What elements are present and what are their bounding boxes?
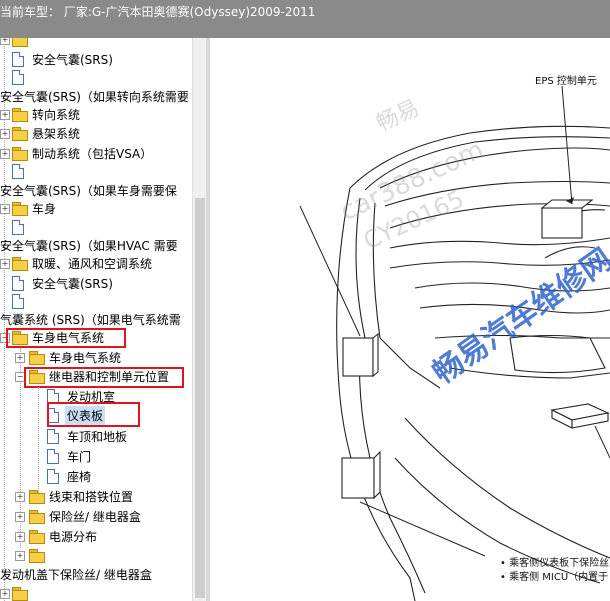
- folder-icon: [29, 549, 45, 563]
- expand-icon[interactable]: +: [0, 259, 10, 269]
- folder-icon: [29, 351, 45, 365]
- note-line-2: • 乘客侧 MICU（内置于: [500, 572, 609, 583]
- expand-icon[interactable]: +: [0, 204, 10, 214]
- document-icon: [47, 449, 59, 464]
- folder-icon: [12, 587, 28, 601]
- tree-panel[interactable]: + 安全气囊(SRS) 安全气囊(SRS)（如果转向系统需要 + 转向系统 + …: [0, 38, 192, 601]
- expand-icon[interactable]: +: [15, 551, 25, 561]
- highlight-box: [6, 328, 126, 348]
- folder-icon: [29, 510, 45, 524]
- document-icon: [12, 52, 24, 67]
- diagram-viewer[interactable]: EPS 控制单元 • 乘客侧仪表板下保险丝 • 乘客侧 MICU（内置于 畅易 …: [210, 38, 610, 601]
- folder-icon: [12, 202, 28, 216]
- eps-control-unit-shape: [541, 207, 583, 239]
- folder-icon: [29, 490, 45, 504]
- highlight-box: [24, 367, 184, 388]
- document-icon: [47, 429, 59, 444]
- folder-icon: [29, 530, 45, 544]
- component-box: [341, 457, 375, 499]
- expand-icon[interactable]: +: [0, 129, 10, 139]
- expand-icon[interactable]: +: [15, 353, 25, 363]
- expand-icon[interactable]: +: [0, 149, 10, 159]
- folder-icon: [12, 38, 28, 47]
- folder-icon: [12, 147, 28, 161]
- title-bar: 当前车型： 厂家:G-广汽本田奥德赛(Odyssey)2009-2011: [0, 0, 610, 38]
- tree-scrollbar[interactable]: [192, 38, 207, 601]
- expand-icon[interactable]: +: [0, 589, 10, 599]
- expand-icon[interactable]: +: [15, 512, 25, 522]
- eps-label: EPS 控制单元: [535, 76, 597, 87]
- expand-icon[interactable]: +: [15, 492, 25, 502]
- document-icon: [12, 276, 24, 291]
- note-line-1: • 乘客侧仪表板下保险丝: [500, 558, 610, 569]
- expand-icon[interactable]: +: [15, 532, 25, 542]
- folder-icon: [12, 127, 28, 141]
- window-title: 当前车型： 厂家:G-广汽本田奥德赛(Odyssey)2009-2011: [0, 5, 316, 19]
- folder-icon: [12, 257, 28, 271]
- component-box: [342, 337, 374, 377]
- document-icon: [12, 70, 24, 85]
- expand-icon[interactable]: +: [0, 38, 10, 45]
- document-icon: [12, 294, 24, 309]
- highlight-box: [47, 402, 140, 427]
- document-icon: [12, 220, 24, 235]
- document-icon: [47, 469, 59, 484]
- scrollbar-thumb[interactable]: [195, 198, 205, 598]
- expand-icon[interactable]: +: [0, 110, 10, 120]
- folder-icon: [12, 108, 28, 122]
- document-icon: [12, 164, 24, 179]
